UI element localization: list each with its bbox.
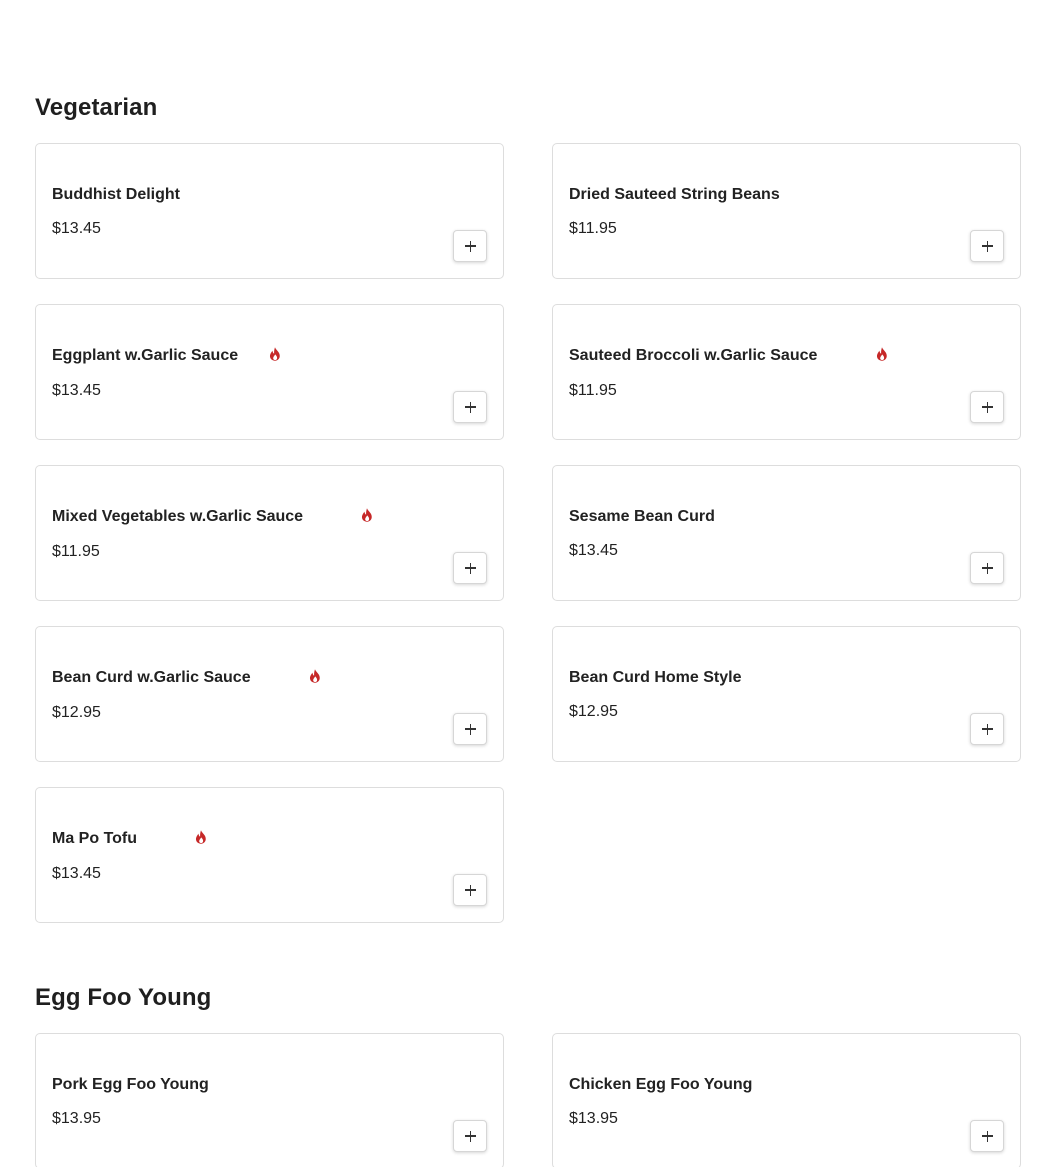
menu-item-price: $13.45 (569, 542, 618, 559)
add-to-cart-button[interactable] (453, 713, 487, 745)
menu-item-name: Sauteed Broccoli w.Garlic Sauce (569, 347, 818, 364)
add-to-cart-button[interactable] (453, 230, 487, 262)
menu-item-name: Sesame Bean Curd (569, 508, 715, 525)
menu-item-price: $12.95 (52, 704, 101, 721)
add-to-cart-button[interactable] (453, 391, 487, 423)
menu-page: Vegetarian Buddhist Delight $13.45 Dried… (0, 0, 1050, 1167)
add-to-cart-button[interactable] (970, 230, 1004, 262)
plus-icon (981, 562, 993, 574)
plus-icon (981, 723, 993, 735)
flame-icon (195, 830, 207, 844)
menu-item-price: $13.95 (52, 1110, 101, 1127)
menu-item-name: Pork Egg Foo Young (52, 1076, 209, 1093)
menu-item-price: $11.95 (569, 382, 617, 399)
menu-item-price: $13.45 (52, 865, 101, 882)
menu-item-price: $13.45 (52, 382, 101, 399)
menu-item-name: Bean Curd w.Garlic Sauce (52, 669, 251, 686)
menu-item-grid: Pork Egg Foo Young $13.95 Chicken Egg Fo… (35, 1033, 1021, 1167)
menu-item-name: Chicken Egg Foo Young (569, 1076, 753, 1093)
plus-icon (464, 240, 476, 252)
menu-item-card[interactable]: Bean Curd w.Garlic Sauce $12.95 (35, 626, 504, 762)
menu-item-card[interactable]: Sesame Bean Curd $13.45 (552, 465, 1021, 601)
add-to-cart-button[interactable] (453, 874, 487, 906)
menu-item-card[interactable]: Chicken Egg Foo Young $13.95 (552, 1033, 1021, 1167)
add-to-cart-button[interactable] (970, 713, 1004, 745)
menu-item-name: Eggplant w.Garlic Sauce (52, 347, 239, 364)
plus-icon (464, 1130, 476, 1142)
menu-item-price: $13.45 (52, 220, 101, 237)
menu-item-card[interactable]: Sauteed Broccoli w.Garlic Sauce $11.95 (552, 304, 1021, 440)
add-to-cart-button[interactable] (453, 552, 487, 584)
menu-item-name: Mixed Vegetables w.Garlic Sauce (52, 508, 304, 525)
add-to-cart-button[interactable] (970, 391, 1004, 423)
menu-item-price: $12.95 (569, 703, 618, 720)
plus-icon (981, 1130, 993, 1142)
section-title: Egg Foo Young (35, 984, 212, 1011)
menu-section-vegetarian: Vegetarian Buddhist Delight $13.45 Dried… (35, 94, 1021, 923)
menu-item-name: Buddhist Delight (52, 186, 180, 203)
flame-icon (309, 669, 321, 683)
menu-item-card[interactable]: Dried Sauteed String Beans $11.95 (552, 143, 1021, 279)
menu-item-price: $11.95 (52, 543, 100, 560)
menu-item-card[interactable]: Ma Po Tofu $13.45 (35, 787, 504, 923)
menu-item-card[interactable]: Mixed Vegetables w.Garlic Sauce $11.95 (35, 465, 504, 601)
menu-item-card[interactable]: Pork Egg Foo Young $13.95 (35, 1033, 504, 1167)
section-title: Vegetarian (35, 94, 158, 121)
menu-item-price: $11.95 (569, 220, 617, 237)
menu-item-grid: Buddhist Delight $13.45 Dried Sauteed St… (35, 143, 1021, 923)
menu-item-price: $13.95 (569, 1110, 618, 1127)
menu-item-card[interactable]: Eggplant w.Garlic Sauce $13.45 (35, 304, 504, 440)
plus-icon (464, 723, 476, 735)
menu-item-name: Ma Po Tofu (52, 830, 138, 847)
menu-item-card[interactable]: Bean Curd Home Style $12.95 (552, 626, 1021, 762)
flame-icon (876, 347, 888, 361)
plus-icon (981, 401, 993, 413)
add-to-cart-button[interactable] (970, 552, 1004, 584)
add-to-cart-button[interactable] (970, 1120, 1004, 1152)
menu-item-name: Bean Curd Home Style (569, 669, 742, 686)
plus-icon (981, 240, 993, 252)
flame-icon (269, 347, 281, 361)
plus-icon (464, 884, 476, 896)
menu-item-name: Dried Sauteed String Beans (569, 186, 780, 203)
plus-icon (464, 562, 476, 574)
menu-item-card[interactable]: Buddhist Delight $13.45 (35, 143, 504, 279)
add-to-cart-button[interactable] (453, 1120, 487, 1152)
menu-section-egg-foo-young: Egg Foo Young Pork Egg Foo Young $13.95 … (35, 984, 1021, 1167)
flame-icon (361, 508, 373, 522)
plus-icon (464, 401, 476, 413)
